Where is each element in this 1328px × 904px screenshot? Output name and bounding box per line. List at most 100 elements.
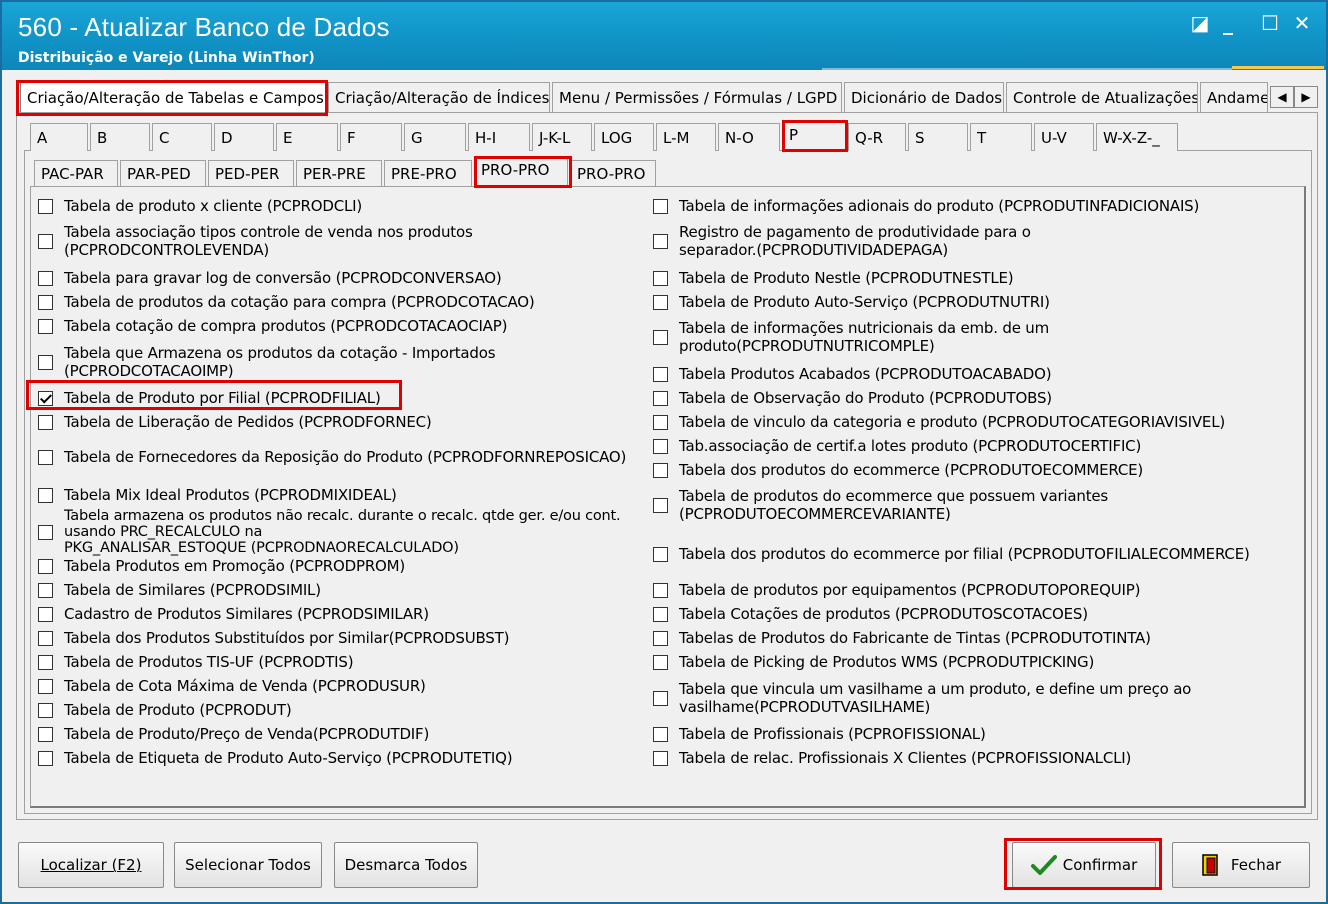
tab-indices[interactable]: Criação/Alteração de Índices	[328, 82, 550, 112]
letter-tab[interactable]: S	[908, 123, 968, 151]
letter-tab[interactable]: J-K-L	[532, 123, 592, 151]
checkbox-item[interactable]: Tabela Cotações de produtos (PCPRODUTOSC…	[653, 605, 1088, 623]
checkbox-item[interactable]: Tabela de Produto (PCPRODUT)	[38, 701, 292, 719]
checkbox[interactable]	[653, 390, 668, 406]
checkbox[interactable]	[653, 462, 668, 478]
checkbox[interactable]	[38, 582, 53, 598]
tab-menu-permissoes[interactable]: Menu / Permissões / Fórmulas / LGPD	[552, 82, 842, 112]
sub-tab[interactable]: PRO-PRO	[570, 160, 656, 186]
checkbox-item[interactable]: Tabela dos produtos do ecommerce (PCPROD…	[653, 461, 1143, 479]
checkbox[interactable]	[38, 198, 53, 214]
checkbox[interactable]	[653, 438, 668, 454]
checkbox-item[interactable]: Tabela dos Produtos Substituídos por Sim…	[38, 629, 509, 647]
sub-tab[interactable]: PRE-PRO	[384, 160, 472, 186]
checkbox[interactable]	[653, 582, 668, 598]
letter-tab[interactable]: F	[340, 123, 402, 151]
letter-tab[interactable]: Q-R	[848, 123, 906, 151]
checkbox[interactable]	[653, 497, 668, 513]
checkbox-item[interactable]: Tabela de Profissionais (PCPROFISSIONAL)	[653, 725, 986, 743]
tab-tabelas-campos[interactable]: Criação/Alteração de Tabelas e Campos	[20, 82, 326, 112]
checkbox[interactable]	[653, 294, 668, 310]
checkbox-item[interactable]: Tabela que vincula um vasilhame a um pro…	[653, 680, 1191, 716]
letter-tab[interactable]: P	[782, 120, 846, 151]
checkbox[interactable]	[653, 654, 668, 670]
desmarca-todos-button[interactable]: Desmarca Todos	[334, 842, 478, 888]
restore-icon[interactable]: ◪	[1188, 12, 1212, 36]
scroll-left-icon[interactable]: ◀	[1270, 86, 1294, 108]
letter-tab[interactable]: D	[214, 123, 274, 151]
checkbox[interactable]	[38, 414, 53, 430]
checkbox-item[interactable]: Registro de pagamento de produtividade p…	[653, 223, 1031, 259]
checkbox-item[interactable]: Tabela de produtos da cotação para compr…	[38, 293, 535, 311]
checkbox-item[interactable]: Tabela de produto x cliente (PCPRODCLI)	[38, 197, 362, 215]
sub-tab[interactable]: PAR-PED	[120, 160, 206, 186]
checkbox-item[interactable]: Tabela associação tipos controle de vend…	[38, 223, 473, 259]
checkbox[interactable]	[38, 487, 53, 503]
checkbox[interactable]	[38, 726, 53, 742]
tab-andamento[interactable]: Andame	[1200, 82, 1268, 112]
sub-tab[interactable]: PRO-PRO	[474, 156, 568, 186]
checkbox[interactable]	[653, 270, 668, 286]
fechar-button[interactable]: Fechar	[1172, 842, 1310, 888]
letter-tab[interactable]: U-V	[1034, 123, 1094, 151]
checkbox[interactable]	[653, 198, 668, 214]
checkbox-item[interactable]: Tabela de Produto Auto-Serviço (PCPRODUT…	[653, 293, 1050, 311]
confirmar-button[interactable]: Confirmar	[1012, 842, 1156, 888]
checkbox-item[interactable]: Tabela cotação de compra produtos (PCPRO…	[38, 317, 507, 335]
tab-controle-atualizacoes[interactable]: Controle de Atualizações	[1006, 82, 1198, 112]
checkbox-item[interactable]: Tabela Produtos em Promoção (PCPRODPROM)	[38, 557, 405, 575]
checkbox-item[interactable]: Tabela de informações adionais do produt…	[653, 197, 1199, 215]
checkbox[interactable]	[38, 750, 53, 766]
checkbox[interactable]	[653, 546, 668, 562]
checkbox[interactable]	[38, 606, 53, 622]
checkbox[interactable]	[38, 678, 53, 694]
checkbox-item[interactable]: Tabela de Produto/Preço de Venda(PCPRODU…	[38, 725, 429, 743]
checkbox-item[interactable]: Tabela de informações nutricionais da em…	[653, 319, 1049, 355]
sub-tab[interactable]: PAC-PAR	[34, 160, 118, 186]
checkbox-item[interactable]: Tabela Produtos Acabados (PCPRODUTOACABA…	[653, 365, 1052, 383]
checkbox[interactable]	[653, 329, 668, 345]
letter-tab[interactable]: E	[276, 123, 338, 151]
checkbox-item[interactable]: Tabela que Armazena os produtos da cotaç…	[38, 344, 496, 380]
localizar-button[interactable]: Localizar (F2)	[18, 842, 164, 888]
checkbox[interactable]	[38, 654, 53, 670]
checkbox-item[interactable]: Tabela de Similares (PCPRODSIMIL)	[38, 581, 321, 599]
checkbox[interactable]	[38, 318, 53, 334]
letter-tab[interactable]: A	[30, 123, 88, 151]
letter-tab[interactable]: L-M	[656, 123, 716, 151]
checkbox-item[interactable]: Tabela Mix Ideal Produtos (PCPRODMIXIDEA…	[38, 486, 397, 504]
checkbox-item[interactable]: Tabela para gravar log de conversão (PCP…	[38, 269, 502, 287]
checkbox-item[interactable]: Cadastro de Produtos Similares (PCPRODSI…	[38, 605, 429, 623]
letter-tab[interactable]: G	[404, 123, 466, 151]
letter-tab[interactable]: B	[90, 123, 150, 151]
checkbox[interactable]	[38, 233, 53, 249]
checkbox-item[interactable]: Tabela de Liberação de Pedidos (PCPRODFO…	[38, 413, 432, 431]
sub-tab[interactable]: PED-PER	[208, 160, 294, 186]
checkbox[interactable]	[653, 366, 668, 382]
checkbox-item[interactable]: Tab.associação de certif.a lotes produto…	[653, 437, 1141, 455]
letter-tab[interactable]: H-I	[468, 123, 530, 151]
checkbox[interactable]	[38, 449, 53, 465]
checkbox[interactable]	[38, 630, 53, 646]
checkbox[interactable]	[38, 294, 53, 310]
checkbox-item[interactable]: Tabela de Cota Máxima de Venda (PCPRODUS…	[38, 677, 426, 695]
selecionar-todos-button[interactable]: Selecionar Todos	[174, 842, 322, 888]
letter-tab[interactable]: LOG	[594, 123, 654, 151]
checkbox[interactable]	[38, 354, 53, 370]
checkbox-item[interactable]: Tabela de produtos por equipamentos (PCP…	[653, 581, 1140, 599]
checkbox-checked[interactable]	[38, 390, 53, 406]
checkbox-item[interactable]: Tabela de Observação do Produto (PCPRODU…	[653, 389, 1052, 407]
checkbox[interactable]	[38, 524, 53, 540]
sub-tab[interactable]: PER-PRE	[296, 160, 382, 186]
checkbox-item[interactable]: Tabela de Produtos TIS-UF (PCPRODTIS)	[38, 653, 354, 671]
letter-tab[interactable]: N-O	[718, 123, 780, 151]
scroll-right-icon[interactable]: ▶	[1294, 86, 1318, 108]
checkbox[interactable]	[653, 726, 668, 742]
checkbox-item[interactable]: Tabela de Produto Nestle (PCPRODUTNESTLE…	[653, 269, 1014, 287]
letter-tab[interactable]: T	[970, 123, 1032, 151]
letter-tab[interactable]: W-X-Z-_	[1096, 123, 1178, 151]
checkbox-item[interactable]: Tabela dos produtos do ecommerce por fil…	[653, 545, 1250, 563]
checkbox[interactable]	[653, 750, 668, 766]
checkbox[interactable]	[653, 606, 668, 622]
checkbox[interactable]	[38, 702, 53, 718]
